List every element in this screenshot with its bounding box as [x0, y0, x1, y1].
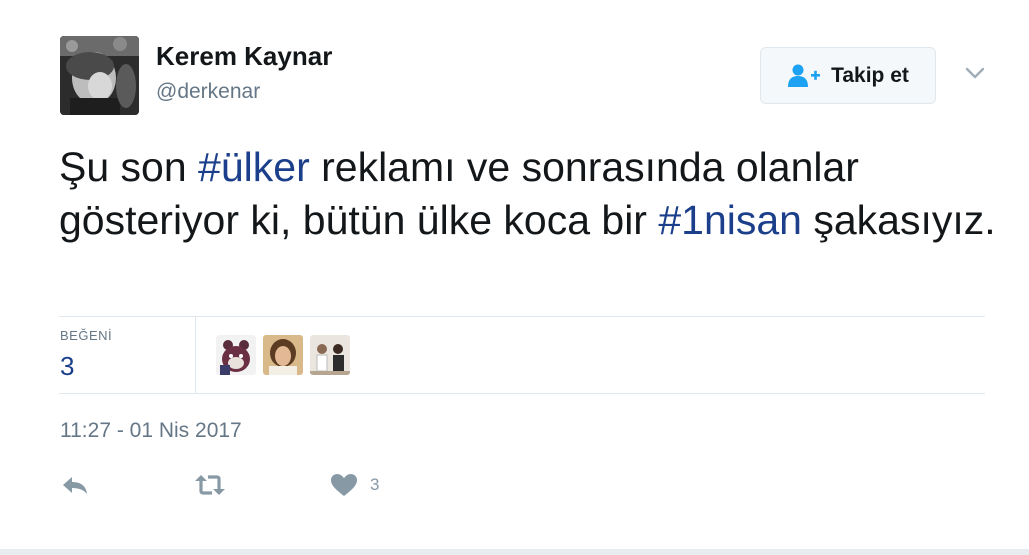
follow-user-icon [788, 64, 821, 87]
like-action-count: 3 [370, 475, 380, 494]
tweet-timestamp[interactable]: 11:27 - 01 Nis 2017 [60, 419, 242, 443]
liker-avatar-3[interactable] [310, 335, 350, 375]
user-handle[interactable]: @derkenar [156, 80, 260, 104]
likes-count[interactable]: 3 [60, 351, 74, 382]
liker-avatars [216, 335, 350, 375]
reply-button[interactable] [60, 470, 90, 500]
follow-button-label: Takip et [831, 63, 909, 87]
likes-label: BEĞENİ [60, 328, 113, 343]
tweet-text-segment: şakasıyız. [801, 197, 996, 243]
chevron-down-icon[interactable] [961, 62, 989, 84]
user-avatar[interactable] [60, 36, 139, 115]
stats-divider-bottom [59, 393, 985, 394]
tweet-card: Kerem Kaynar @derkenar Takip et Şu son #… [0, 0, 1029, 555]
stats-vertical-divider [195, 317, 196, 393]
hashtag-ulker[interactable]: #ülker [198, 144, 310, 190]
retweet-icon [195, 475, 225, 495]
user-display-name[interactable]: Kerem Kaynar [156, 41, 332, 72]
liker-avatar-2[interactable] [263, 335, 303, 375]
card-bottom-border [0, 549, 1029, 555]
tweet-text: Şu son #ülker reklamı ve sonrasında olan… [59, 141, 999, 247]
hashtag-1nisan[interactable]: #1nisan [658, 197, 802, 243]
tweet-text-segment: Şu son [59, 144, 199, 190]
liker-avatar-1[interactable] [216, 335, 256, 375]
retweet-button[interactable] [193, 470, 227, 500]
heart-icon [331, 474, 357, 496]
stats-divider-top [59, 316, 985, 317]
follow-button[interactable]: Takip et [760, 47, 936, 104]
like-button[interactable]: 3 [330, 470, 379, 500]
reply-icon [63, 477, 87, 494]
